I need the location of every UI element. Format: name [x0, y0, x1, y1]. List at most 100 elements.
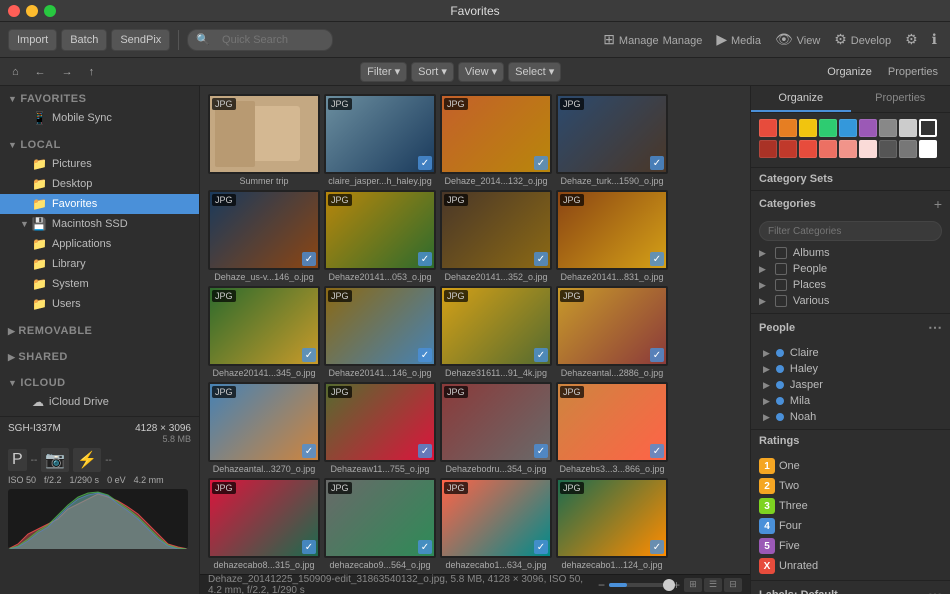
image-cell-dehazecabo9[interactable]: ✓JPGdehazecabo9...564_o.jpg: [324, 478, 436, 570]
tab-properties[interactable]: Properties: [851, 86, 950, 112]
image-cell-dehaze_2014_053[interactable]: ✓JPGDehaze20141...053_o.jpg: [324, 190, 436, 282]
image-cell-dehazecabo1_634[interactable]: ✓JPGdehazecabo1...634_o.jpg: [440, 478, 552, 570]
sidebar-item-pictures[interactable]: 📁 Pictures: [0, 154, 199, 174]
swatch-darkgray[interactable]: [879, 140, 897, 158]
rating-item[interactable]: 5Five: [759, 536, 942, 556]
swatch-blue[interactable]: [839, 119, 857, 137]
checkbox-various[interactable]: [775, 295, 787, 307]
swatch-midgray[interactable]: [899, 140, 917, 158]
swatch-orange[interactable]: [779, 119, 797, 137]
sidebar-item-favorites[interactable]: 📁 Favorites: [0, 194, 199, 214]
view-dropdown[interactable]: View ▾: [458, 62, 504, 82]
settings-button[interactable]: ⚙: [900, 29, 923, 50]
info-button[interactable]: ℹ: [927, 29, 942, 50]
image-cell-dehazecabo8[interactable]: ✓JPGdehazecabo8...315_o.jpg: [208, 478, 320, 570]
nav-up[interactable]: ↑: [83, 64, 101, 80]
swatch-yellow[interactable]: [799, 119, 817, 137]
manage-button[interactable]: ⊞ Manage Manage: [598, 29, 707, 50]
view-button[interactable]: 👁 View: [770, 29, 825, 50]
swatch-white[interactable]: [899, 119, 917, 137]
checkbox-people[interactable]: [775, 263, 787, 275]
swatch-purple[interactable]: [859, 119, 877, 137]
sidebar-item-system[interactable]: 📁 System: [0, 274, 199, 294]
nav-back[interactable]: ←: [29, 64, 52, 80]
image-cell-dehazeantal_2886[interactable]: ✓JPGDehazeantal...2886_o.jpg: [556, 286, 668, 378]
home-button[interactable]: ⌂: [6, 64, 25, 80]
image-cell-dehaze_146[interactable]: ✓JPGDehaze20141...146_o.jpg: [324, 286, 436, 378]
person-item[interactable]: ▶Jasper: [759, 377, 942, 393]
image-cell-dehaze_2014_132[interactable]: ✓JPGDehaze_2014...132_o.jpg: [440, 94, 552, 186]
search-input[interactable]: [214, 29, 324, 51]
minimize-button[interactable]: [26, 5, 38, 17]
category-places[interactable]: ▶ Places: [759, 277, 942, 293]
sidebar-item-desktop[interactable]: 📁 Desktop: [0, 174, 199, 194]
swatch-crimson[interactable]: [779, 140, 797, 158]
categories-header[interactable]: Categories +: [751, 191, 950, 217]
sort-button[interactable]: Sort ▾: [411, 62, 454, 82]
image-cell-dehaze_831[interactable]: ✓JPGDehaze20141...831_o.jpg: [556, 190, 668, 282]
close-button[interactable]: [8, 5, 20, 17]
grid-view-button[interactable]: ⊞: [684, 578, 702, 592]
image-cell-dehaze_turk[interactable]: ✓JPGDehaze_turk...1590_o.jpg: [556, 94, 668, 186]
organize-tab[interactable]: Organize: [821, 64, 878, 80]
rating-item[interactable]: 3Three: [759, 496, 942, 516]
person-item[interactable]: ▶Mila: [759, 393, 942, 409]
image-cell-dehazeaw11[interactable]: ✓JPGDehazeaw11...755_o.jpg: [324, 382, 436, 474]
zoom-slider[interactable]: [609, 583, 669, 587]
swatch-pink[interactable]: [839, 140, 857, 158]
ratings-header[interactable]: Ratings: [751, 430, 950, 452]
image-cell-claire_jasper[interactable]: ✓JPGclaire_jasper...h_haley.jpg: [324, 94, 436, 186]
search-bar[interactable]: 🔍: [187, 29, 333, 51]
image-cell-summer_trip[interactable]: JPGSummer trip: [208, 94, 320, 186]
select-button[interactable]: Select ▾: [508, 62, 561, 82]
icloud-header[interactable]: ▼ iCloud: [0, 374, 199, 392]
sidebar-item-macintosh[interactable]: ▼ 💾 Macintosh SSD: [0, 214, 199, 234]
person-item[interactable]: ▶Noah: [759, 409, 942, 425]
image-cell-dehaze_us[interactable]: ✓JPGDehaze_us-v...146_o.jpg: [208, 190, 320, 282]
shared-header[interactable]: ▶ Shared: [0, 348, 199, 366]
properties-tab[interactable]: Properties: [882, 64, 944, 80]
swatch-gray[interactable]: [879, 119, 897, 137]
zoom-out-button[interactable]: −: [598, 578, 605, 592]
sidebar-item-mobile-sync[interactable]: 📱 Mobile Sync: [0, 108, 199, 128]
checkbox-albums[interactable]: [775, 247, 787, 259]
swatch-darkred[interactable]: [759, 140, 777, 158]
list-view-button[interactable]: ☰: [704, 578, 722, 592]
checkbox-places[interactable]: [775, 279, 787, 291]
people-header[interactable]: People ⋯: [751, 314, 950, 341]
favorites-header[interactable]: ▼ Favorites: [0, 90, 199, 108]
filter-button[interactable]: Filter ▾: [360, 62, 407, 82]
image-cell-dehazebodru[interactable]: ✓JPGDehazebodru...354_o.jpg: [440, 382, 552, 474]
sidebar-item-library[interactable]: 📁 Library: [0, 254, 199, 274]
rating-item[interactable]: 1One: [759, 456, 942, 476]
rating-item[interactable]: 4Four: [759, 516, 942, 536]
category-sets-header[interactable]: Category Sets: [751, 168, 950, 190]
people-expand[interactable]: ⋯: [928, 319, 942, 336]
sidebar-item-users[interactable]: 📁 Users: [0, 294, 199, 314]
batch-button[interactable]: Batch: [61, 29, 107, 51]
develop-button[interactable]: ⚙ Develop: [829, 29, 896, 50]
rating-item[interactable]: 2Two: [759, 476, 942, 496]
sidebar-item-icloud-drive[interactable]: ☁ iCloud Drive: [0, 392, 199, 412]
image-cell-dehaze31611[interactable]: ✓JPGDehaze31611...91_4k.jpg: [440, 286, 552, 378]
swatch-white2[interactable]: [919, 140, 937, 158]
tab-organize[interactable]: Organize: [751, 86, 851, 112]
image-cell-dehaze_345[interactable]: ✓JPGDehaze20141...345_o.jpg: [208, 286, 320, 378]
swatch-lightpink[interactable]: [859, 140, 877, 158]
add-category-button[interactable]: +: [934, 196, 942, 212]
import-button[interactable]: Import: [8, 29, 57, 51]
person-item[interactable]: ▶Claire: [759, 345, 942, 361]
media-button[interactable]: ▶ Media: [711, 29, 766, 50]
fullscreen-button[interactable]: [44, 5, 56, 17]
swatch-black[interactable]: [919, 119, 937, 137]
sendpix-button[interactable]: SendPix: [111, 29, 170, 51]
rating-item[interactable]: XUnrated: [759, 556, 942, 576]
swatch-red[interactable]: [759, 119, 777, 137]
swatch-red2[interactable]: [799, 140, 817, 158]
nav-forward[interactable]: →: [56, 64, 79, 80]
image-cell-dehazeantal_3270[interactable]: ✓JPGDehazeantal...3270_o.jpg: [208, 382, 320, 474]
image-cell-dehaze_352[interactable]: ✓JPGDehaze20141...352_o.jpg: [440, 190, 552, 282]
category-various[interactable]: ▶ Various: [759, 293, 942, 309]
sidebar-item-applications[interactable]: 📁 Applications: [0, 234, 199, 254]
category-albums[interactable]: ▶ Albums: [759, 245, 942, 261]
